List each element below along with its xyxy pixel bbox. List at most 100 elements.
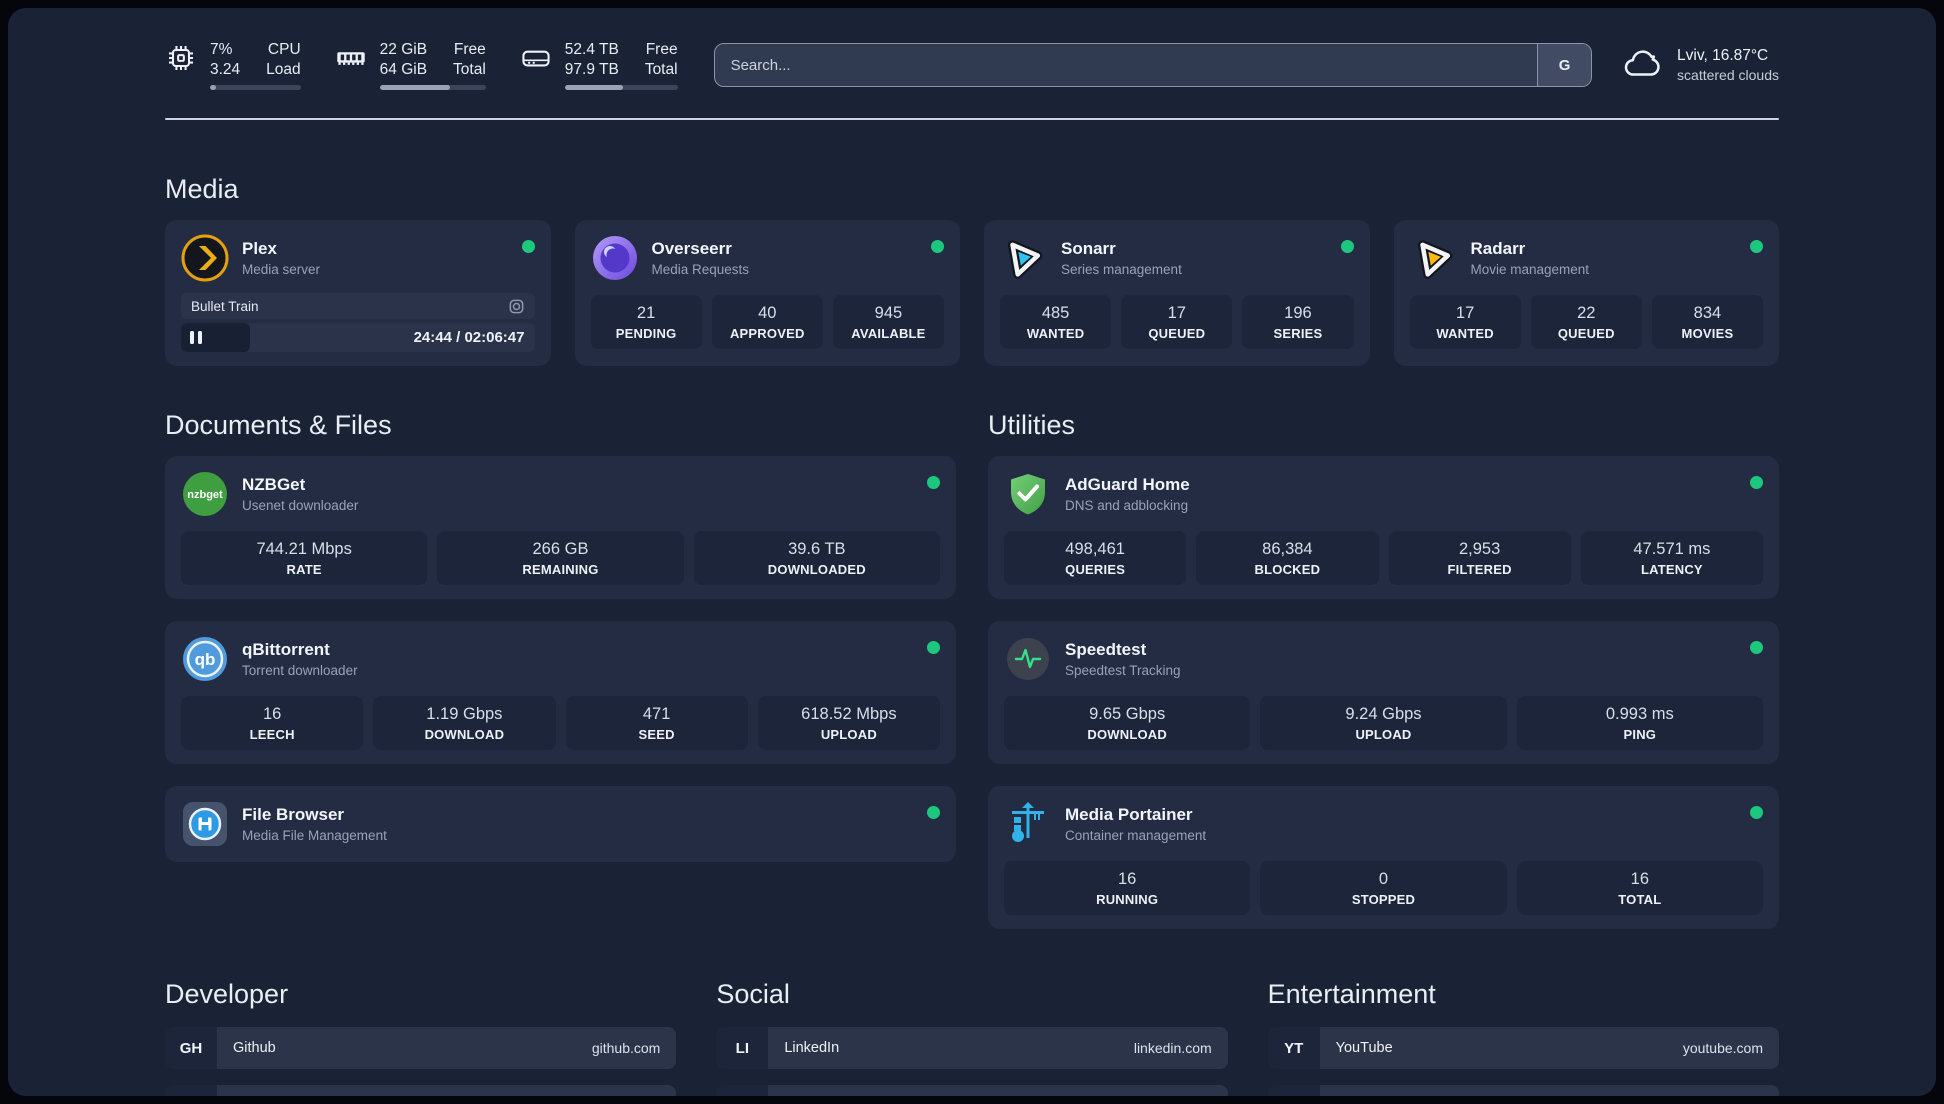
stat-label: MOVIES	[1681, 326, 1734, 341]
bookmark-list: YT YouTube youtube.com NFNetflixnetflix.com…	[1267, 1027, 1779, 1096]
app-name: Media Portainer	[1065, 805, 1193, 824]
app-desc: Media File Management	[242, 828, 387, 843]
app-name: qBittorrent	[242, 640, 330, 659]
bookmark-body: LinkedIn linkedin.com	[768, 1027, 1228, 1069]
developer-links-section: Developer GH Github github.com SOStackOverf…	[165, 979, 677, 1096]
section-title-entertainment: Entertainment	[1267, 979, 1436, 1009]
app-name: AdGuard Home	[1065, 475, 1190, 494]
app-name: File Browser	[242, 805, 345, 824]
app-desc: Series management	[1061, 262, 1182, 277]
bookmark-row[interactable]: SOStackOverflowstackoverflow.com	[165, 1085, 677, 1096]
stat-value: 485	[1041, 304, 1070, 322]
stat-label: QUERIES	[1065, 562, 1126, 577]
stat-value: 2,953	[1458, 540, 1501, 558]
app-desc: Speedtest Tracking	[1065, 663, 1181, 678]
bookmark-body: Netflixnetflix.com	[1319, 1085, 1779, 1096]
stat-value: 16	[1630, 870, 1649, 888]
weather-location: Lviv, 16.87°C	[1677, 47, 1769, 64]
status-online-dot	[1750, 806, 1763, 819]
stat-box: 21 PENDING	[590, 295, 702, 349]
app-desc: Container management	[1065, 828, 1207, 843]
stat-label: UPLOAD	[820, 727, 877, 742]
app-desc: Torrent downloader	[242, 663, 358, 678]
search-input[interactable]	[714, 44, 1538, 86]
stat-box: 744.21 Mbps RATE	[181, 531, 428, 585]
app-card-radarr[interactable]: Radarr Movie management 17 WANTED 22 QUEUED…	[1393, 220, 1779, 366]
stat-value: 22	[1577, 304, 1596, 322]
status-online-dot	[931, 240, 944, 253]
bookmark-abbr: NF	[1267, 1085, 1320, 1096]
stat-value: 618.52 Mbps	[801, 705, 897, 723]
stat-value: 471	[642, 705, 671, 723]
app-card-nzbget[interactable]: nzbget NZBGet Usenet downloader 744.21 M…	[165, 456, 956, 599]
stat-box: 196 SERIES	[1242, 295, 1354, 349]
app-card-sonarr[interactable]: Sonarr Series management 485 WANTED 17 QUEU…	[984, 220, 1370, 366]
playback-progress-bar[interactable]: 24:44 / 02:06:47	[181, 323, 535, 352]
cpu-label: CPU	[267, 40, 301, 58]
svg-text:qb: qb	[195, 650, 216, 669]
stat-box: 498,461 QUERIES	[1004, 531, 1187, 585]
cpu-icon	[169, 45, 193, 70]
system-stats-group: 7% 3.24 CPU Load 22 GiB 64 GiB Free Tota…	[165, 40, 678, 91]
bookmark-name: Github	[233, 1040, 276, 1056]
stat-label: LEECH	[249, 727, 295, 742]
app-card-qbittorrent[interactable]: qb qBittorrent Torrent downloader 16 LEEC…	[165, 621, 956, 764]
stat-box: 16 RUNNING	[1004, 861, 1251, 915]
bookmark-row[interactable]: NFNetflixnetflix.com	[1267, 1085, 1779, 1096]
bookmark-row[interactable]: LI LinkedIn linkedin.com	[716, 1027, 1228, 1069]
app-card-speedtest[interactable]: Speedtest Speedtest Tracking 9.65 Gbps DO…	[988, 621, 1779, 764]
section-title-documents: Documents & Files	[165, 410, 392, 440]
app-name: Plex	[242, 239, 277, 258]
cloud-icon	[1624, 50, 1660, 76]
bookmark-row[interactable]: YT YouTube youtube.com	[1267, 1027, 1779, 1069]
stats-row: 17 WANTED 22 QUEUED 834 MOVIES	[1409, 295, 1764, 349]
app-card-adguard[interactable]: AdGuard Home DNS and adblocking 498,461 Q…	[988, 456, 1779, 599]
app-card-overseerr[interactable]: Overseerr Media Requests 21 PENDING 40 APPR…	[574, 220, 960, 366]
app-card-filebrowser[interactable]: File Browser Media File Management	[165, 786, 956, 862]
filebrowser-icon	[181, 800, 229, 848]
stat-label: PING	[1623, 727, 1657, 742]
memory-progress-track	[379, 85, 486, 91]
app-card-portainer[interactable]: Media Portainer Container management 16 R…	[988, 786, 1779, 929]
stat-box: 1.19 Gbps DOWNLOAD	[373, 696, 556, 750]
bookmark-abbr: YT	[1267, 1027, 1320, 1069]
memory-free-value: 22 GiB	[379, 40, 428, 58]
cpu-widget: 7% 3.24 CPU Load	[165, 40, 301, 91]
stat-value: 744.21 Mbps	[256, 540, 352, 558]
bookmark-list: LI LinkedIn linkedin.com TWTwittertwitter.c…	[716, 1027, 1228, 1096]
bookmark-abbr: LI	[716, 1027, 769, 1069]
top-bar: 7% 3.24 CPU Load 22 GiB 64 GiB Free Tota…	[165, 38, 1779, 92]
stats-row: 744.21 Mbps RATE 266 GB REMAINING 39.6 TB DOW…	[181, 531, 940, 585]
portainer-icon	[1004, 800, 1052, 848]
stat-box: 485 WANTED	[1000, 295, 1112, 349]
bookmark-row[interactable]: TWTwittertwitter.com	[716, 1085, 1228, 1096]
memory-icon	[336, 52, 365, 65]
stat-value: 16	[1117, 870, 1137, 888]
cpu-load-label: Load	[266, 61, 301, 78]
app-desc: Media Requests	[651, 262, 750, 277]
stat-box: 16 TOTAL	[1516, 861, 1763, 915]
speedtest-icon	[1004, 635, 1052, 683]
now-playing-title: Bullet Train	[191, 298, 259, 314]
stat-label: PENDING	[615, 326, 677, 341]
pause-icon[interactable]	[190, 331, 194, 344]
cpu-progress-track	[210, 85, 301, 91]
stat-box: 17 WANTED	[1409, 295, 1521, 349]
stat-label: LATENCY	[1640, 562, 1703, 577]
app-card-plex[interactable]: Plex Media server Bullet Train 24:44 / 0…	[165, 220, 551, 366]
disk-progress-track	[564, 85, 678, 91]
stats-row: 9.65 Gbps DOWNLOAD 9.24 Gbps UPLOAD 0.993 ms…	[1004, 696, 1763, 750]
app-desc: Movie management	[1470, 262, 1590, 277]
stat-value: 86,384	[1262, 540, 1313, 558]
stat-label: BLOCKED	[1254, 562, 1321, 577]
stat-label: SERIES	[1273, 326, 1323, 341]
section-title-developer: Developer	[165, 979, 289, 1009]
search-engine-button[interactable]: G	[1537, 44, 1592, 86]
cpu-percent: 7%	[210, 40, 233, 58]
disk-free-value: 52.4 TB	[564, 40, 619, 58]
bookmark-row[interactable]: GH Github github.com	[165, 1027, 677, 1069]
utilities-column: Utilities AdGuard Home DNS and adblockin…	[988, 410, 1779, 929]
app-name: Radarr	[1470, 239, 1526, 258]
section-title-social: Social	[716, 979, 790, 1009]
bookmark-url: github.com	[591, 1040, 661, 1056]
